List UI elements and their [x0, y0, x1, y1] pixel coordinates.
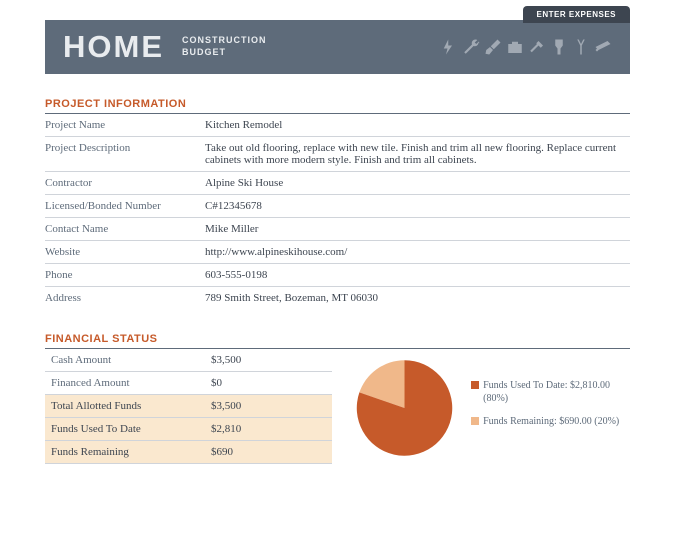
- row-value: 789 Smith Street, Bozeman, MT 06030: [205, 287, 630, 310]
- chart-legend: Funds Used To Date: $2,810.00 (80%) Fund…: [471, 379, 630, 438]
- row-label: Funds Remaining: [45, 441, 205, 464]
- table-row: Financed Amount$0: [45, 372, 332, 395]
- table-row: Total Allotted Funds$3,500: [45, 395, 332, 418]
- table-row: Funds Remaining$690: [45, 441, 332, 464]
- title-sub: CONSTRUCTION BUDGET: [182, 35, 267, 58]
- bolt-icon: [440, 35, 458, 59]
- title-sub-line1: CONSTRUCTION: [182, 35, 267, 47]
- toolbox-icon: [506, 35, 524, 59]
- table-row: Address789 Smith Street, Bozeman, MT 060…: [45, 287, 630, 310]
- tools-icon-row: [440, 35, 612, 59]
- table-row: Phone603-555-0198: [45, 264, 630, 287]
- table-row: Websitehttp://www.alpineskihouse.com/: [45, 241, 630, 264]
- row-value: $0: [205, 372, 332, 395]
- project-info-heading: PROJECT INFORMATION: [45, 98, 630, 114]
- table-row: Licensed/Bonded NumberC#12345678: [45, 195, 630, 218]
- row-value: $3,500: [205, 349, 332, 372]
- financial-status-heading: FINANCIAL STATUS: [45, 333, 630, 349]
- row-value: Take out old flooring, replace with new …: [205, 137, 630, 172]
- header-bar: HOME CONSTRUCTION BUDGET: [45, 20, 630, 74]
- row-label: Website: [45, 241, 205, 264]
- table-row: Cash Amount$3,500: [45, 349, 332, 372]
- row-label: Project Description: [45, 137, 205, 172]
- row-value: C#12345678: [205, 195, 630, 218]
- title-home: HOME: [63, 29, 164, 65]
- row-label: Funds Used To Date: [45, 418, 205, 441]
- row-value: $690: [205, 441, 332, 464]
- legend-item: Funds Remaining: $690.00 (20%): [471, 415, 630, 428]
- legend-swatch-icon: [471, 381, 479, 389]
- table-row: Project NameKitchen Remodel: [45, 114, 630, 137]
- table-row: Funds Used To Date$2,810: [45, 418, 332, 441]
- hammer-icon: [528, 35, 546, 59]
- pie-chart-area: Funds Used To Date: $2,810.00 (80%) Fund…: [352, 353, 630, 463]
- row-label: Project Name: [45, 114, 205, 137]
- row-value: $2,810: [205, 418, 332, 441]
- row-value: http://www.alpineskihouse.com/: [205, 241, 630, 264]
- screwdriver-icon: [484, 35, 502, 59]
- pliers-icon: [572, 35, 590, 59]
- legend-label: Funds Used To Date: $2,810.00 (80%): [483, 379, 630, 405]
- financial-table: Cash Amount$3,500 Financed Amount$0 Tota…: [45, 349, 332, 464]
- legend-label: Funds Remaining: $690.00 (20%): [483, 415, 619, 428]
- row-value: $3,500: [205, 395, 332, 418]
- row-label: Cash Amount: [45, 349, 205, 372]
- brush-icon: [550, 35, 568, 59]
- legend-swatch-icon: [471, 417, 479, 425]
- row-value: Alpine Ski House: [205, 172, 630, 195]
- table-row: Project DescriptionTake out old flooring…: [45, 137, 630, 172]
- pie-chart: [352, 353, 457, 463]
- table-row: ContractorAlpine Ski House: [45, 172, 630, 195]
- legend-item: Funds Used To Date: $2,810.00 (80%): [471, 379, 630, 405]
- project-info-table: Project NameKitchen Remodel Project Desc…: [45, 114, 630, 309]
- row-label: Total Allotted Funds: [45, 395, 205, 418]
- row-label: Contractor: [45, 172, 205, 195]
- row-label: Address: [45, 287, 205, 310]
- row-label: Contact Name: [45, 218, 205, 241]
- row-label: Financed Amount: [45, 372, 205, 395]
- title-sub-line2: BUDGET: [182, 47, 267, 59]
- enter-expenses-button[interactable]: ENTER EXPENSES: [523, 6, 630, 23]
- saw-icon: [594, 35, 612, 59]
- row-value: 603-555-0198: [205, 264, 630, 287]
- wrench-icon: [462, 35, 480, 59]
- row-label: Licensed/Bonded Number: [45, 195, 205, 218]
- row-label: Phone: [45, 264, 205, 287]
- table-row: Contact NameMike Miller: [45, 218, 630, 241]
- row-value: Mike Miller: [205, 218, 630, 241]
- row-value: Kitchen Remodel: [205, 114, 630, 137]
- header: ENTER EXPENSES HOME CONSTRUCTION BUDGET: [45, 20, 630, 74]
